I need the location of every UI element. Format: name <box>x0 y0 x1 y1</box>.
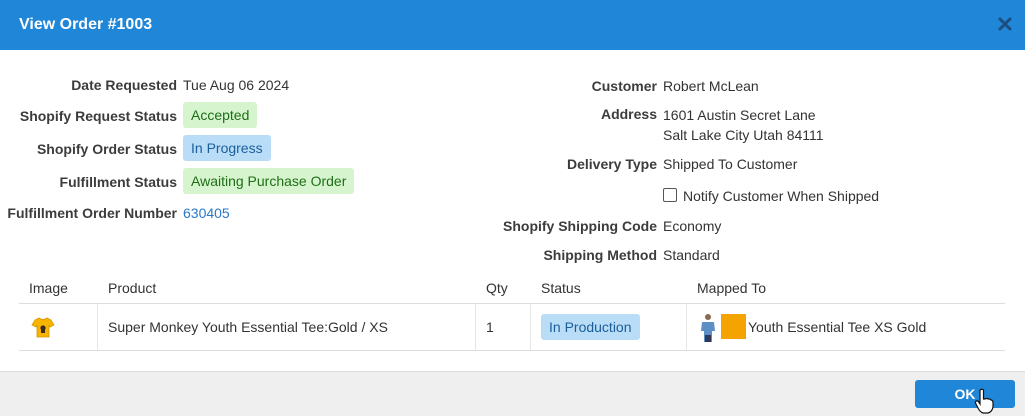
item-status-badge: In Production <box>541 314 640 340</box>
close-icon[interactable] <box>995 14 1015 34</box>
date-requested-label: Date Requested <box>71 77 177 93</box>
fulfillment-order-number-label: Fulfillment Order Number <box>7 205 177 221</box>
notify-customer-label[interactable]: Notify Customer When Shipped <box>683 188 879 204</box>
modal-header: View Order #1003 <box>0 0 1025 50</box>
customer-value: Robert McLean <box>663 78 759 94</box>
product-name: Super Monkey Youth Essential Tee:Gold / … <box>108 319 388 335</box>
table-header: Image Product Qty Status Mapped To <box>19 272 1005 304</box>
column-header-qty: Qty <box>486 280 508 296</box>
address-line-2: Salt Lake City Utah 84111 <box>663 127 824 143</box>
product-qty: 1 <box>486 319 494 335</box>
notify-customer-checkbox[interactable] <box>663 188 677 202</box>
shopify-shipping-code-label: Shopify Shipping Code <box>503 218 657 234</box>
shopify-order-status-label: Shopify Order Status <box>36 141 177 157</box>
ok-button[interactable]: OK <box>915 380 1015 408</box>
model-thumbnail-icon <box>701 314 715 342</box>
shopify-shipping-code-value: Economy <box>663 218 722 234</box>
shopify-request-status-label: Shopify Request Status <box>19 108 177 124</box>
table-row: Super Monkey Youth Essential Tee:Gold / … <box>19 304 1005 351</box>
column-header-status: Status <box>541 280 581 296</box>
fulfillment-status-label: Fulfillment Status <box>59 174 177 190</box>
modal-title: View Order #1003 <box>19 16 153 33</box>
tshirt-icon <box>31 317 55 338</box>
delivery-type-value: Shipped To Customer <box>663 156 798 172</box>
column-header-product: Product <box>108 280 157 296</box>
address-label: Address <box>600 106 657 122</box>
shopify-request-status-badge: Accepted <box>183 102 258 128</box>
delivery-type-label: Delivery Type <box>566 156 657 172</box>
gold-swatch <box>721 314 746 339</box>
mapped-to-value: Youth Essential Tee XS Gold <box>748 319 927 335</box>
fulfillment-status-badge: Awaiting Purchase Order <box>183 168 355 194</box>
address-line-1: 1601 Austin Secret Lane <box>663 107 816 123</box>
hand-pointer-icon <box>974 388 994 414</box>
shopify-order-status-badge: In Progress <box>183 135 271 161</box>
shipping-method-label: Shipping Method <box>543 247 657 263</box>
date-requested-value: Tue Aug 06 2024 <box>183 77 290 93</box>
column-header-image: Image <box>29 280 68 296</box>
fulfillment-order-number-link[interactable]: 630405 <box>183 205 230 221</box>
customer-label: Customer <box>591 78 657 94</box>
shipping-method-value: Standard <box>663 247 720 263</box>
column-header-mapped-to: Mapped To <box>697 280 767 296</box>
modal-footer <box>0 371 1025 416</box>
